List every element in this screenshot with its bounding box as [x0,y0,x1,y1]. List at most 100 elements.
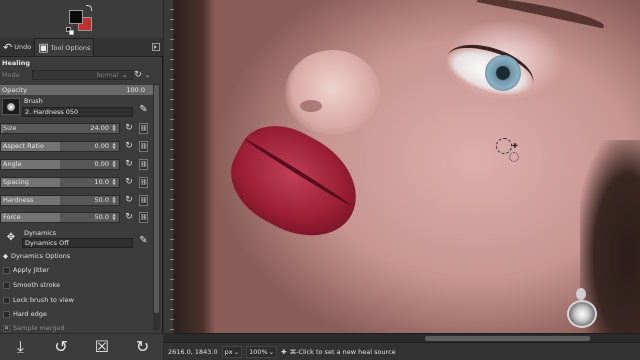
checkbox-label: Apply Jitter [13,266,49,274]
slider-value: 50.0 [94,196,109,204]
swap-colors-icon[interactable] [86,5,92,11]
unit-select[interactable]: px ⌄ [221,345,243,358]
spin-arrows-icon[interactable]: ▲ ▼ [110,178,118,186]
color-area [0,0,163,38]
scrollbar-thumb[interactable] [425,336,590,341]
dock-scrollbar[interactable] [153,83,160,330]
apply-jitter-checkbox[interactable]: Apply Jitter [3,266,49,274]
opacity-value: 100.0 [126,86,145,94]
hard-edge-checkbox[interactable]: Hard edge [3,310,47,318]
slider-value: 50.0 [94,213,109,221]
checkbox-box [3,281,10,289]
foreground-color-swatch[interactable] [69,10,83,24]
photo-earring-stud [576,288,586,300]
spin-arrows-icon[interactable]: ▲ ▼ [110,142,118,150]
tool-title: Healing [2,59,30,67]
sample-merged-checkbox[interactable]: ✕ Sample merged [3,324,65,332]
size-reset-icon[interactable]: ↻ [124,123,134,134]
size-link-icon[interactable]: ⛓ [139,123,148,134]
slider-value: 0.00 [94,160,109,168]
brush-name-field[interactable]: 2. Hardness 050 [22,107,133,117]
status-hint: ✚ ⌘-Click to set a new heal source [281,348,396,356]
spin-arrows-icon[interactable]: ▲ ▼ [110,124,118,132]
lock-brush-checkbox[interactable]: Lock brush to view [3,296,74,304]
aspect-ratio-link-icon[interactable]: ⛓ [139,141,148,152]
hardness-slider[interactable]: Hardness 50.0 ▲ ▼ [0,195,120,206]
spin-arrows-icon[interactable]: ▲ ▼ [110,160,118,168]
mode-reset-icon[interactable]: ↻ [133,70,143,80]
spacing-reset-icon[interactable]: ↻ [124,177,134,188]
spin-arrows-icon[interactable]: ▲ ▼ [110,213,118,221]
dynamics-field[interactable]: Dynamics Off [22,238,133,248]
chevron-down-icon: ⌄ [268,347,275,356]
slider-label: Angle [3,160,22,168]
checkbox-label: Lock brush to view [13,296,74,304]
dynamics-options-expander[interactable]: ◆ Dynamics Options [3,252,70,260]
tab-undo-history[interactable]: ↶ Undo [0,38,34,56]
angle-slider[interactable]: Angle 0.00 ▲ ▼ [0,159,120,170]
angle-reset-icon[interactable]: ↻ [124,159,134,170]
dynamics-options-label: Dynamics Options [11,252,71,260]
heal-crosshair-icon: ✚ [512,142,518,150]
default-colors-white-icon [69,30,74,35]
photo-iris [485,55,521,91]
image-canvas[interactable]: ✚ [175,0,640,333]
size-slider[interactable]: Size 24.00 ▲ ▼ [0,123,120,134]
toolbox-dock: ↶ Undo ▣ Tool Options Healing Mode Norma… [0,0,163,360]
zoom-select[interactable]: 100% ⌄ [246,345,278,358]
opacity-slider[interactable]: Opacity 100.0 [0,85,155,95]
spacing-slider[interactable]: Spacing 10.0 ▲ ▼ [0,177,120,188]
smooth-stroke-checkbox[interactable]: Smooth stroke [3,281,60,289]
force-reset-icon[interactable]: ↻ [124,212,134,223]
tab-tool-options[interactable]: ▣ Tool Options [34,38,95,56]
angle-link-icon[interactable]: ⛓ [139,159,148,170]
slider-label: Aspect Ratio [3,142,44,150]
tool-options-icon: ▣ [38,41,49,54]
brush-preview[interactable] [2,98,20,115]
dynamics-label: Dynamics [24,229,57,237]
zoom-value: 100% [249,347,268,356]
mode-row: Mode Normal ⌄ ↻ ⌄ [2,69,152,80]
checkbox-box: ✕ [3,324,10,332]
edit-brush-icon[interactable]: ✎ [137,104,150,116]
heal-tool-icon: ✚ [281,347,287,356]
dynamics-icon[interactable]: ✥ [2,230,20,246]
unit-value: px [224,347,233,356]
spacing-link-icon[interactable]: ⛓ [139,177,148,188]
expander-arrow-icon: ◆ [3,252,8,260]
tab-label: Undo [14,43,32,51]
scrollbar-thumb[interactable] [154,85,159,313]
slider-value: 24.00 [90,124,109,132]
edit-dynamics-icon[interactable]: ✎ [137,235,150,247]
chevron-down-icon: ⌄ [121,70,128,79]
checkbox-box [3,296,10,304]
mode-select[interactable]: Normal ⌄ [32,69,133,80]
hardness-reset-icon[interactable]: ↻ [124,195,134,206]
mode-value: Normal [96,71,119,79]
hardness-link-icon[interactable]: ⛓ [139,195,148,206]
mode-label: Mode [2,70,20,79]
slider-label: Force [3,213,21,221]
slider-label: Hardness [3,196,34,204]
chevron-down-icon[interactable]: ⌄ [143,71,152,79]
horizontal-scrollbar[interactable] [175,333,640,342]
spin-arrows-icon[interactable]: ▲ ▼ [110,196,118,204]
checkbox-label: Hard edge [13,310,47,318]
tab-label: Tool Options [50,43,91,52]
save-preset-icon[interactable]: ⤓ [9,336,31,358]
reset-defaults-icon[interactable]: ↻ [132,336,154,358]
force-link-icon[interactable]: ⛓ [139,212,148,223]
delete-preset-icon[interactable]: ☒ [91,336,113,358]
vertical-ruler[interactable] [164,0,174,333]
photo-nose [285,50,380,135]
restore-preset-icon[interactable]: ↺ [50,336,72,358]
undo-history-icon: ↶ [3,40,13,54]
aspect-ratio-reset-icon[interactable]: ↻ [124,141,134,152]
checkbox-label: Smooth stroke [13,281,61,289]
tab-menu-button[interactable] [152,43,160,51]
checkbox-box [3,310,10,318]
force-slider[interactable]: Force 50.0 ▲ ▼ [0,212,120,223]
aspect-ratio-slider[interactable]: Aspect Ratio 0.00 ▲ ▼ [0,141,120,152]
photo-earring [567,300,597,328]
checkbox-label: Sample merged [13,324,65,332]
